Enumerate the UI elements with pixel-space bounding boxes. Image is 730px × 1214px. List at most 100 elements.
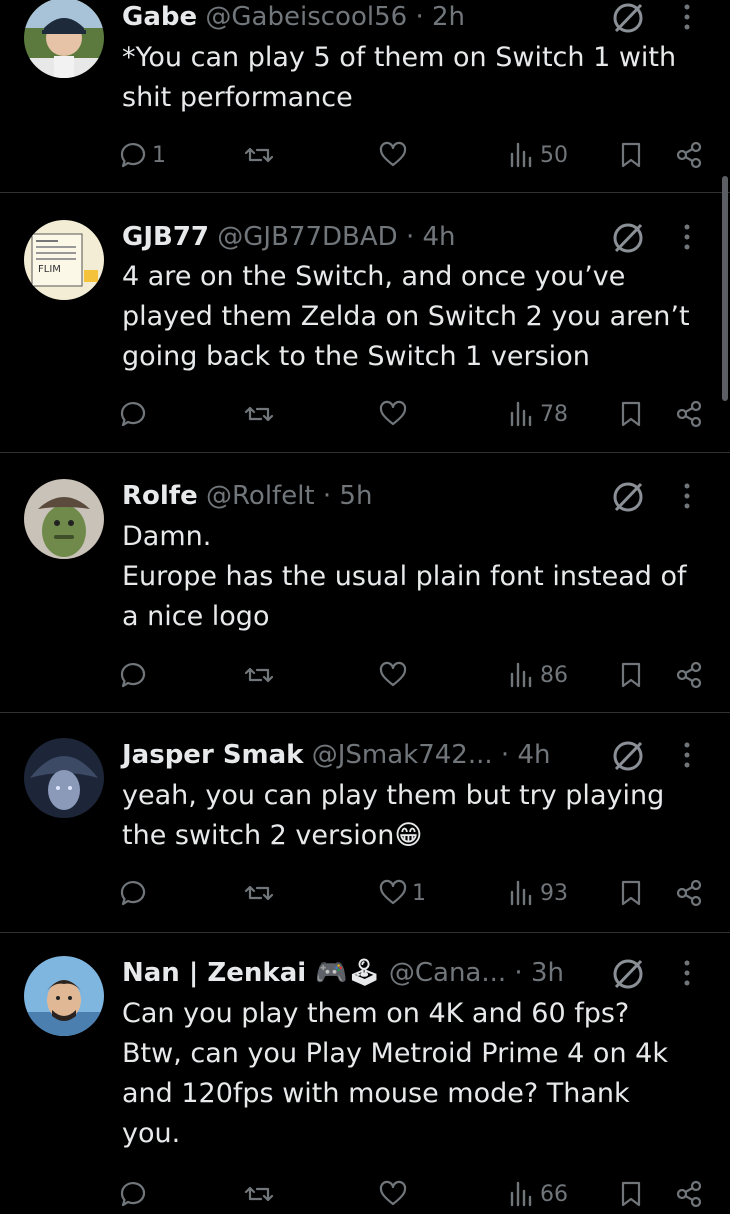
bookmark-button[interactable] — [616, 394, 646, 434]
share-button[interactable] — [674, 135, 704, 175]
tweet-nan-zenkai[interactable]: Nan | Zenkai 🎮🕹 @Cana... · 3h Can you pl… — [0, 956, 730, 1208]
views-icon — [510, 662, 532, 688]
timestamp[interactable]: · 3h — [514, 958, 564, 988]
more-icon[interactable] — [677, 0, 697, 34]
grok-icon[interactable] — [610, 0, 646, 36]
retweet-button[interactable] — [244, 655, 278, 695]
handle[interactable]: @JSmak742... — [312, 740, 493, 770]
bookmark-button[interactable] — [616, 135, 646, 175]
views-button[interactable]: 86 — [506, 655, 568, 695]
views-icon — [510, 880, 532, 906]
like-icon — [379, 1180, 407, 1206]
grok-icon[interactable] — [610, 220, 646, 256]
retweet-button[interactable] — [244, 1174, 278, 1214]
retweet-button[interactable] — [244, 873, 278, 913]
more-icon[interactable] — [677, 479, 697, 513]
timestamp[interactable]: · 2h — [415, 2, 465, 32]
bookmark-button[interactable] — [616, 873, 646, 913]
scrollbar[interactable] — [722, 176, 728, 401]
share-icon — [676, 400, 702, 428]
views-count: 78 — [540, 401, 568, 427]
retweet-button[interactable] — [244, 135, 278, 175]
more-icon[interactable] — [677, 738, 697, 772]
display-name[interactable]: GJB77 — [122, 222, 209, 252]
reply-button[interactable] — [118, 655, 152, 695]
divider — [0, 932, 730, 933]
divider — [0, 712, 730, 713]
divider — [0, 452, 730, 453]
bookmark-icon — [621, 662, 641, 688]
share-button[interactable] — [674, 655, 704, 695]
views-button[interactable]: 78 — [506, 394, 568, 434]
views-button[interactable]: 93 — [506, 873, 568, 913]
share-icon — [676, 141, 702, 169]
avatar[interactable] — [24, 738, 104, 818]
like-button[interactable] — [378, 655, 412, 695]
tweet-actions: 86 — [118, 655, 708, 695]
tweet-text: *You can play 5 of them on Switch 1 with… — [122, 42, 677, 113]
share-button[interactable] — [674, 1174, 704, 1214]
views-button[interactable]: 66 — [506, 1174, 568, 1214]
avatar[interactable]: FLIM — [24, 220, 104, 300]
like-button[interactable]: 1 — [378, 873, 426, 913]
grok-icon[interactable] — [610, 956, 646, 992]
like-button[interactable] — [378, 1174, 412, 1214]
svg-text:FLIM: FLIM — [38, 264, 61, 275]
retweet-icon — [244, 885, 274, 901]
like-count: 1 — [412, 880, 426, 906]
tweet-rolfe[interactable]: Rolfe @Rolfelt · 5h Damn. Europe has the… — [0, 479, 730, 711]
grok-icon[interactable] — [610, 479, 646, 515]
tweet-gabe[interactable]: Gabe @Gabeiscool56 · 2h *You can play 5 … — [0, 0, 730, 192]
timestamp[interactable]: · 4h — [501, 740, 551, 770]
tweet-header: GJB77 @GJB77DBAD · 4h — [122, 220, 456, 254]
grok-icon[interactable] — [610, 738, 646, 774]
reply-count: 1 — [152, 142, 166, 168]
handle[interactable]: @Gabeiscool56 — [205, 2, 407, 32]
views-button[interactable]: 50 — [506, 135, 568, 175]
display-name[interactable]: Rolfe — [122, 481, 198, 511]
reply-icon — [120, 663, 146, 688]
reply-button[interactable] — [118, 394, 152, 434]
timestamp[interactable]: · 4h — [406, 222, 456, 252]
display-name[interactable]: Gabe — [122, 2, 197, 32]
avatar[interactable] — [24, 0, 104, 78]
bookmark-button[interactable] — [616, 655, 646, 695]
reply-button[interactable] — [118, 873, 152, 913]
tweet-actions: 1 50 — [118, 135, 708, 175]
more-icon[interactable] — [677, 956, 697, 990]
tweet-text: Can you play them on 4K and 60 fps? Btw,… — [122, 998, 668, 1149]
share-icon — [676, 1180, 702, 1208]
views-icon — [510, 142, 532, 168]
like-icon — [379, 661, 407, 687]
share-button[interactable] — [674, 394, 704, 434]
tweet-actions: 1 93 — [118, 873, 708, 913]
like-icon — [379, 141, 407, 167]
timestamp[interactable]: · 5h — [323, 481, 373, 511]
like-button[interactable] — [378, 394, 412, 434]
tweet-jasper-smak[interactable]: Jasper Smak @JSmak742... · 4h yeah, you … — [0, 738, 730, 932]
handle[interactable]: @Cana... — [389, 958, 506, 988]
tweet-text: Damn. Europe has the usual plain font in… — [122, 521, 687, 632]
like-icon — [379, 400, 407, 426]
avatar[interactable] — [24, 479, 104, 559]
reply-button[interactable]: 1 — [118, 135, 166, 175]
reply-button[interactable] — [118, 1174, 152, 1214]
bookmark-icon — [621, 142, 641, 168]
bookmark-button[interactable] — [616, 1174, 646, 1214]
bookmark-icon — [621, 1181, 641, 1207]
share-icon — [676, 661, 702, 689]
like-button[interactable] — [378, 135, 412, 175]
retweet-button[interactable] — [244, 394, 278, 434]
more-icon[interactable] — [677, 220, 697, 254]
avatar[interactable] — [24, 956, 104, 1036]
tweet-gjb77[interactable]: FLIM GJB77 @GJB77DBAD · 4h 4 are on the … — [0, 220, 730, 452]
handle[interactable]: @Rolfelt — [206, 481, 315, 511]
handle[interactable]: @GJB77DBAD — [217, 222, 397, 252]
share-button[interactable] — [674, 873, 704, 913]
reply-icon — [120, 143, 146, 168]
retweet-icon — [244, 406, 274, 422]
like-icon — [379, 879, 407, 905]
display-name[interactable]: Nan | Zenkai 🎮🕹 — [122, 958, 381, 988]
bookmark-icon — [621, 880, 641, 906]
display-name[interactable]: Jasper Smak — [122, 740, 303, 770]
